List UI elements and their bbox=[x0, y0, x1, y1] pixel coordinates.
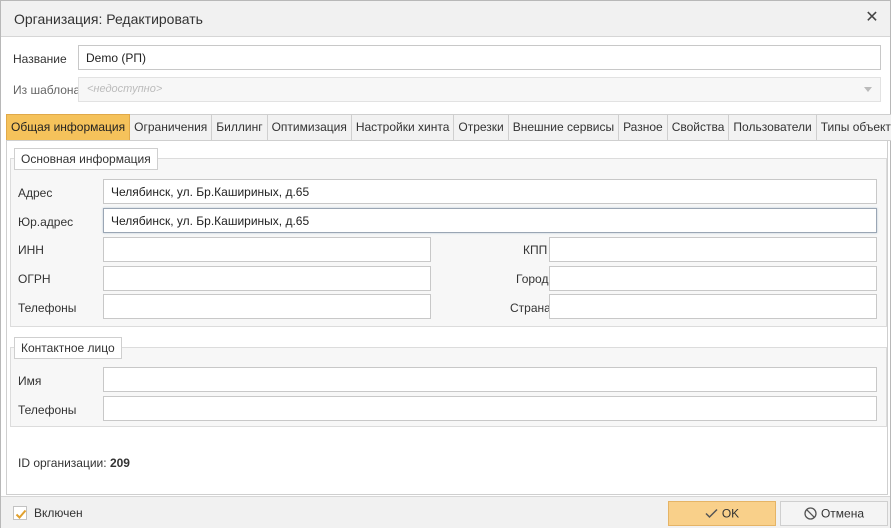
org-id-value: 209 bbox=[109, 456, 130, 470]
kpp-label: КПП bbox=[523, 243, 548, 257]
contact-legend: Контактное лицо bbox=[14, 337, 122, 359]
close-icon[interactable]: ✕ bbox=[864, 10, 880, 26]
tab-properties[interactable]: Свойства bbox=[667, 114, 730, 141]
enabled-label: Включен bbox=[34, 506, 83, 520]
cancel-button[interactable]: Отмена bbox=[780, 501, 888, 526]
contact-name-label: Имя bbox=[18, 374, 42, 388]
name-input[interactable] bbox=[78, 45, 881, 70]
cancel-button-label: Отмена bbox=[820, 506, 865, 521]
dialog-title: Организация: Редактировать bbox=[14, 11, 203, 27]
ogrn-label: ОГРН bbox=[18, 272, 51, 286]
ok-button[interactable]: OK bbox=[668, 501, 776, 526]
tab-general-info[interactable]: Общая информация bbox=[6, 114, 131, 141]
checkmark-icon bbox=[15, 509, 27, 519]
dialog-titlebar: Организация: Редактировать ✕ bbox=[1, 1, 890, 37]
legal-address-label: Юр.адрес bbox=[18, 215, 74, 229]
phones-input[interactable] bbox=[103, 294, 431, 319]
name-label: Название bbox=[13, 52, 67, 66]
org-id-label: ID организации: bbox=[18, 456, 107, 470]
tab-segments[interactable]: Отрезки bbox=[454, 114, 509, 141]
enabled-checkbox[interactable] bbox=[13, 506, 27, 520]
contact-name-input[interactable] bbox=[103, 367, 877, 392]
country-label: Страна bbox=[510, 301, 551, 315]
city-input[interactable] bbox=[549, 266, 877, 291]
chevron-down-icon bbox=[864, 87, 872, 92]
template-select-placeholder: <недоступно> bbox=[87, 83, 163, 95]
ogrn-input[interactable] bbox=[103, 266, 431, 291]
tab-restrictions[interactable]: Ограничения bbox=[130, 114, 213, 141]
ok-button-label: OK bbox=[721, 506, 740, 521]
tab-external-services[interactable]: Внешние сервисы bbox=[508, 114, 620, 141]
tab-users[interactable]: Пользователи bbox=[729, 114, 817, 141]
address-input[interactable] bbox=[103, 179, 877, 204]
cancel-icon bbox=[804, 507, 817, 520]
tab-misc[interactable]: Разное bbox=[619, 114, 668, 141]
tab-optimization[interactable]: Оптимизация bbox=[267, 114, 352, 141]
basic-info-legend: Основная информация bbox=[14, 148, 158, 170]
phones-label: Телефоны bbox=[18, 301, 77, 315]
kpp-input[interactable] bbox=[549, 237, 877, 262]
tab-bar: Общая информация Ограничения Биллинг Опт… bbox=[6, 114, 891, 141]
template-label: Из шаблона bbox=[13, 83, 81, 97]
org-id: ID организации: 209 bbox=[18, 456, 130, 470]
tab-billing[interactable]: Биллинг bbox=[212, 114, 268, 141]
city-label: Город bbox=[516, 272, 549, 286]
edit-organization-dialog: Организация: Редактировать ✕ Название Из… bbox=[0, 0, 891, 528]
legal-address-input[interactable] bbox=[103, 208, 877, 233]
template-select: <недоступно> bbox=[78, 77, 881, 102]
country-input[interactable] bbox=[549, 294, 877, 319]
inn-label: ИНН bbox=[18, 243, 44, 257]
tab-object-types[interactable]: Типы объектов bbox=[816, 114, 891, 141]
address-label: Адрес bbox=[18, 186, 53, 200]
inn-input[interactable] bbox=[103, 237, 431, 262]
contact-phones-input[interactable] bbox=[103, 396, 877, 421]
tab-hint-settings[interactable]: Настройки хинта bbox=[351, 114, 455, 141]
contact-phones-label: Телефоны bbox=[18, 403, 77, 417]
dialog-footer: Включен OK Отмена bbox=[1, 496, 890, 528]
check-icon bbox=[705, 509, 718, 519]
